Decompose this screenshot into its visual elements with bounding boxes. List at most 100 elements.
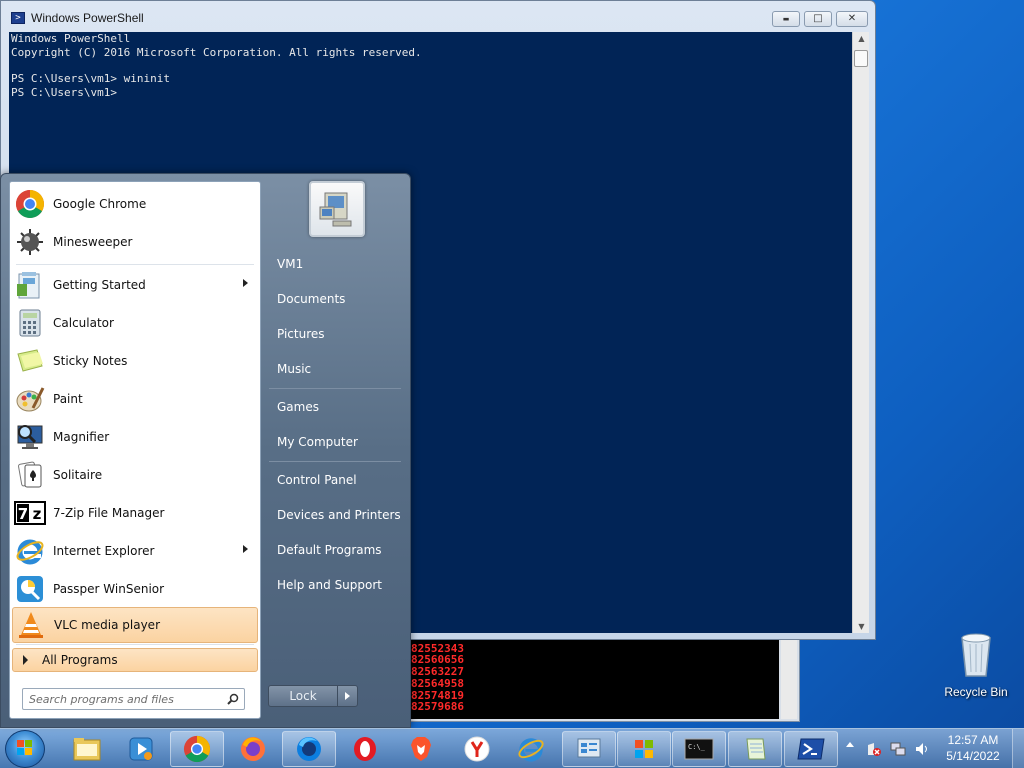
- place-my-computer[interactable]: My Computer: [269, 427, 405, 457]
- window-title: Windows PowerShell: [31, 11, 144, 25]
- program-label: Magnifier: [53, 430, 110, 444]
- program-solitaire[interactable]: Solitaire: [12, 457, 258, 493]
- powershell-scrollbar[interactable]: ▲ ▼: [852, 32, 869, 633]
- place-pictures[interactable]: Pictures: [269, 319, 405, 349]
- taskbar-cmd[interactable]: C:\_: [672, 731, 726, 767]
- program-7zip[interactable]: 7z 7-Zip File Manager: [12, 495, 258, 531]
- background-console-window[interactable]: 82547888 82552343 82560656 82563227 8256…: [404, 628, 800, 722]
- scroll-up-icon[interactable]: ▲: [853, 34, 870, 43]
- show-desktop-button[interactable]: [1012, 729, 1024, 768]
- background-console-scrollbar[interactable]: [781, 639, 797, 719]
- control-panel-icon: [577, 738, 601, 758]
- place-games[interactable]: Games: [269, 392, 405, 422]
- taskbar-control-panel[interactable]: [562, 731, 616, 767]
- start-button[interactable]: [5, 730, 45, 768]
- magnifier-icon: [14, 421, 46, 453]
- solitaire-icon: [14, 459, 46, 491]
- recycle-bin-label: Recycle Bin: [944, 685, 1008, 699]
- taskbar-clock[interactable]: 12:57 AM 5/14/2022: [938, 732, 1008, 764]
- notepad-icon: [746, 738, 766, 760]
- desktop-icon-recycle-bin[interactable]: Recycle Bin: [940, 630, 1012, 699]
- action-center-icon[interactable]: [866, 741, 882, 757]
- program-google-chrome[interactable]: Google Chrome: [12, 186, 258, 222]
- program-calculator[interactable]: Calculator: [12, 305, 258, 341]
- taskbar-explorer[interactable]: [60, 731, 114, 767]
- taskbar-brave[interactable]: [394, 731, 448, 767]
- taskbar-opera[interactable]: [338, 731, 392, 767]
- taskbar-media-player[interactable]: [114, 731, 168, 767]
- place-control-panel[interactable]: Control Panel: [269, 465, 405, 495]
- taskbar-firefox[interactable]: [226, 731, 280, 767]
- submenu-arrow-icon: [243, 279, 248, 287]
- cmd-icon: C:\_: [684, 738, 714, 760]
- paint-icon: [14, 383, 46, 415]
- svg-text:z: z: [33, 505, 42, 523]
- opera-icon: [354, 737, 376, 761]
- console-line: Copyright (C) 2016 Microsoft Corporation…: [11, 46, 422, 59]
- folder-icon: [73, 738, 101, 761]
- console-line: 82560656: [411, 653, 464, 667]
- program-label: 7-Zip File Manager: [53, 506, 165, 520]
- submenu-arrow-icon: [243, 545, 248, 553]
- start-search-box[interactable]: [22, 688, 245, 710]
- taskbar-firefox-dev[interactable]: [282, 731, 336, 767]
- yandex-icon: [464, 736, 490, 762]
- scroll-thumb[interactable]: [854, 50, 868, 67]
- passper-icon: [14, 573, 46, 605]
- close-button[interactable]: ✕: [836, 11, 868, 27]
- program-internet-explorer[interactable]: Internet Explorer: [12, 533, 258, 569]
- place-devices-and-printers[interactable]: Devices and Printers: [269, 500, 405, 530]
- taskbar-internet-explorer[interactable]: [504, 731, 558, 767]
- taskbar-yandex[interactable]: [450, 731, 504, 767]
- programs-list: Google Chrome Minesweeper Getting Starte…: [9, 181, 261, 719]
- program-label: Calculator: [53, 316, 114, 330]
- user-picture[interactable]: [309, 181, 365, 237]
- program-label: Google Chrome: [53, 197, 147, 211]
- minimize-button[interactable]: ▬: [772, 11, 800, 27]
- place-help-and-support[interactable]: Help and Support: [269, 570, 405, 600]
- program-getting-started[interactable]: Getting Started: [12, 267, 258, 303]
- chrome-icon: [14, 188, 46, 220]
- program-passper-winsenior[interactable]: Passper WinSenior: [12, 571, 258, 607]
- taskbar-notepad[interactable]: [728, 731, 782, 767]
- program-sticky-notes[interactable]: Sticky Notes: [12, 343, 258, 379]
- maximize-button[interactable]: □: [804, 11, 832, 27]
- windows-logo-icon: [17, 740, 32, 755]
- console-prompt: PS C:\Users\vm1>: [11, 86, 117, 99]
- show-hidden-icons-icon[interactable]: [846, 742, 854, 747]
- program-magnifier[interactable]: Magnifier: [12, 419, 258, 455]
- taskbar-chrome[interactable]: [170, 731, 224, 767]
- all-programs-button[interactable]: All Programs: [12, 648, 258, 672]
- restore-icon: □: [813, 13, 823, 24]
- lock-button[interactable]: Lock: [269, 689, 337, 703]
- place-default-programs[interactable]: Default Programs: [269, 535, 405, 565]
- arrow-right-icon: [23, 655, 28, 665]
- search-input[interactable]: [29, 692, 219, 706]
- calculator-icon: [14, 307, 46, 339]
- clock-time: 12:57 AM: [947, 733, 999, 747]
- place-music[interactable]: Music: [269, 354, 405, 384]
- shutdown-options-button[interactable]: [337, 686, 357, 706]
- search-icon[interactable]: [227, 693, 239, 705]
- taskbar-powershell[interactable]: [784, 731, 838, 767]
- console-line: 82564958: [411, 676, 464, 690]
- program-vlc-media-player[interactable]: VLC media player: [12, 607, 258, 643]
- sticky-notes-icon: [14, 345, 46, 377]
- place-user-folder[interactable]: VM1: [269, 249, 405, 279]
- places-separator: [269, 461, 401, 462]
- program-minesweeper[interactable]: Minesweeper: [12, 224, 258, 260]
- powershell-icon: [797, 738, 825, 760]
- program-paint[interactable]: Paint: [12, 381, 258, 417]
- scroll-down-icon[interactable]: ▼: [853, 622, 870, 631]
- network-icon[interactable]: [890, 741, 906, 757]
- all-programs-label: All Programs: [42, 653, 118, 667]
- background-console-output: 82547888 82552343 82560656 82563227 8256…: [409, 639, 779, 719]
- place-documents[interactable]: Documents: [269, 284, 405, 314]
- volume-icon[interactable]: [914, 741, 930, 757]
- 7zip-icon: 7z: [14, 497, 46, 529]
- program-label: Getting Started: [53, 278, 146, 292]
- minesweeper-icon: [14, 226, 46, 258]
- taskbar-windows-update[interactable]: [617, 731, 671, 767]
- windows-flag-icon: [635, 740, 653, 758]
- powershell-titlebar[interactable]: > Windows PowerShell ▬ □ ✕: [1, 1, 875, 33]
